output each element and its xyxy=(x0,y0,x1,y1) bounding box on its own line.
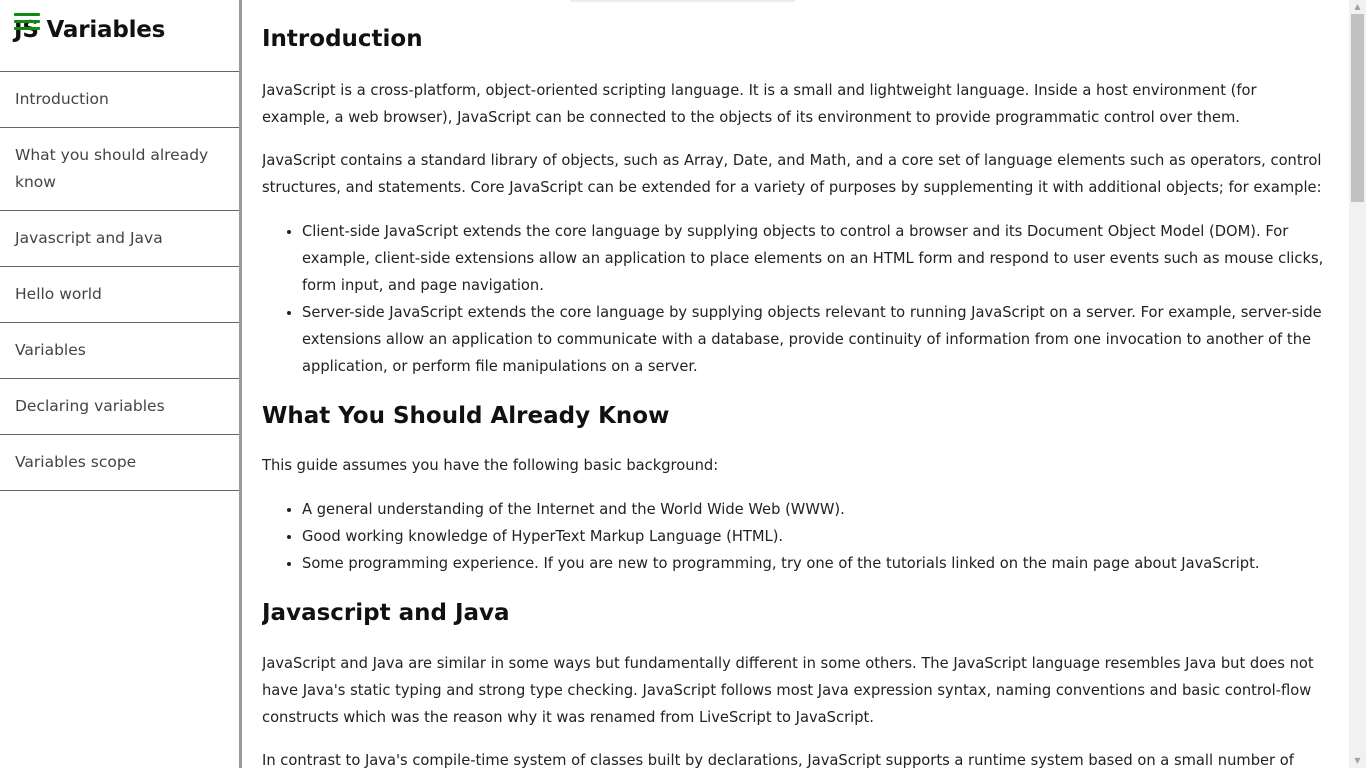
section-heading: Introduction xyxy=(262,26,423,52)
section-paragraph: JavaScript contains a standard library o… xyxy=(262,151,1322,196)
section-introduction: Introduction JavaScript is a cross-platf… xyxy=(262,26,1324,380)
hamburger-menu-icon[interactable] xyxy=(14,13,40,33)
section-heading: What You Should Already Know xyxy=(262,403,670,429)
list-item: Some programming experience. If you are … xyxy=(302,550,1324,577)
section-paragraph: In contrast to Java's compile-time syste… xyxy=(262,751,1294,768)
sidebar-header: JS Variables xyxy=(0,0,239,72)
sidebar-item-what-you-should-already-know[interactable]: What you should already know xyxy=(0,128,239,211)
sidebar-item-declaring-variables[interactable]: Declaring variables xyxy=(0,379,239,435)
scrollbar-thumb[interactable] xyxy=(1351,14,1364,202)
vertical-scrollbar[interactable]: ▲ ▼ xyxy=(1349,0,1366,768)
section-heading: Javascript and Java xyxy=(262,600,510,626)
sidebar-item-variables-scope[interactable]: Variables scope xyxy=(0,435,239,491)
section-what-you-should-already-know: What You Should Already Know This guide … xyxy=(262,403,1324,577)
sidebar-item-javascript-and-java[interactable]: Javascript and Java xyxy=(0,211,239,267)
list-item: Client-side JavaScript extends the core … xyxy=(302,218,1324,299)
section-paragraph: JavaScript is a cross-platform, object-o… xyxy=(262,81,1257,126)
sidebar-item-variables[interactable]: Variables xyxy=(0,323,239,379)
list-item: A general understanding of the Internet … xyxy=(302,496,1324,523)
section-javascript-and-java: Javascript and Java JavaScript and Java … xyxy=(262,600,1324,768)
bullet-list: A general understanding of the Internet … xyxy=(262,496,1324,577)
sidebar-item-hello-world[interactable]: Hello world xyxy=(0,267,239,323)
section-paragraph: This guide assumes you have the followin… xyxy=(262,456,719,474)
section-paragraph: JavaScript and Java are similar in some … xyxy=(262,654,1314,726)
bullet-list: Client-side JavaScript extends the core … xyxy=(262,218,1324,380)
sidebar-nav: JS Variables Introduction What you shoul… xyxy=(0,0,242,768)
sidebar-item-introduction[interactable]: Introduction xyxy=(0,72,239,128)
list-item: Server-side JavaScript extends the core … xyxy=(302,299,1324,380)
main-content: Introduction JavaScript is a cross-platf… xyxy=(262,0,1324,768)
scroll-up-arrow-icon[interactable]: ▲ xyxy=(1349,0,1366,14)
scroll-down-arrow-icon[interactable]: ▼ xyxy=(1349,754,1366,768)
list-item: Good working knowledge of HyperText Mark… xyxy=(302,523,1324,550)
